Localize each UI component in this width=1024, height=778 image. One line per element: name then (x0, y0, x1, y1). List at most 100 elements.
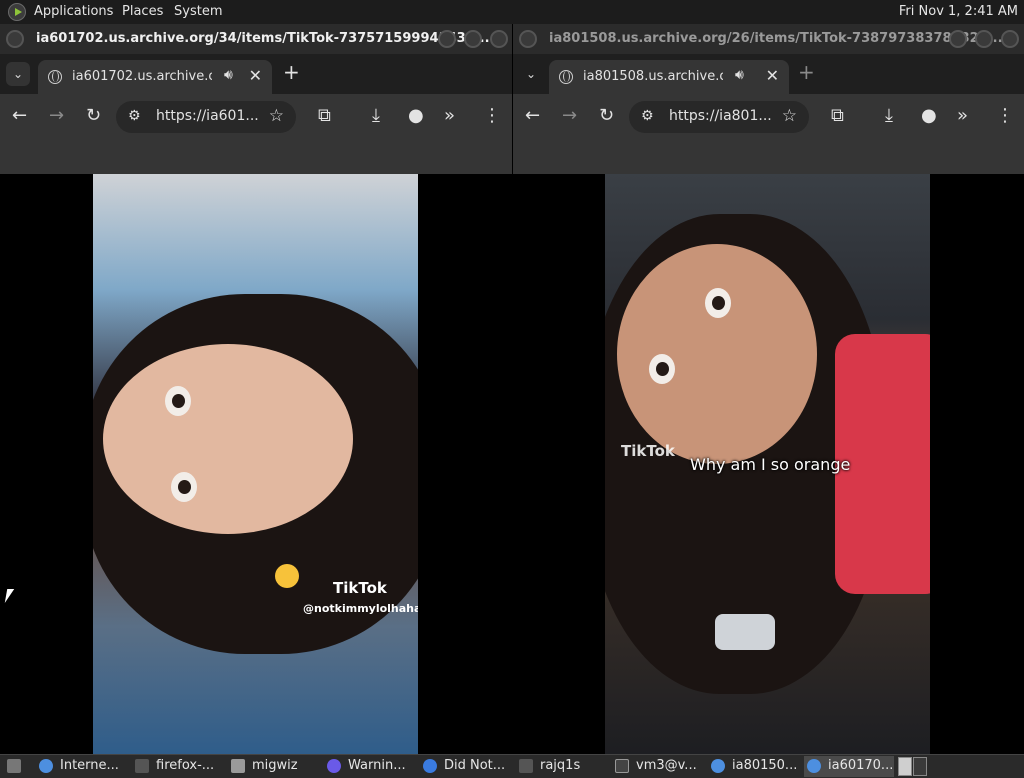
taskbar-item[interactable]: firefox-... (132, 756, 222, 777)
taskbar-item-label: ia80150... (732, 758, 798, 773)
address-bar[interactable]: ⚙ https://ia601... ☆ (116, 101, 296, 133)
forward-arrow-icon[interactable]: → (562, 105, 577, 127)
video-player[interactable]: TikTok Why am I so orange (605, 174, 930, 754)
globe-icon (48, 70, 62, 84)
video-frame-wrist-wrap (715, 614, 775, 650)
folder-icon (231, 759, 245, 773)
taskbar-item-label: Did Not... (444, 758, 506, 773)
tab-close-icon[interactable]: ✕ (766, 66, 779, 85)
speaker-icon[interactable]: 🔊︎ (735, 67, 744, 83)
maximize-button[interactable] (975, 30, 993, 48)
url-text[interactable]: https://ia601... (156, 108, 259, 124)
taskbar-item-label: Warnin... (348, 758, 406, 773)
extensions-puzzle-icon[interactable]: ⧉ (831, 105, 844, 127)
taskbar-item-label: vm3@v... (636, 758, 697, 773)
taskbar-item[interactable]: Warnin... (324, 756, 414, 777)
video-caption: Why am I so orange (690, 455, 851, 474)
forward-arrow-icon[interactable]: → (49, 105, 64, 127)
tab-label: ia601702.us.archive.org/3 (72, 69, 212, 84)
taskbar: Interne... firefox-... migwiz Warnin... … (0, 754, 1024, 778)
bookmarks-bar (513, 140, 1024, 174)
bookmark-star-icon[interactable]: ☆ (269, 106, 284, 126)
video-player[interactable]: TikTok @notkimmylolhaha (93, 174, 418, 754)
browser-window-right: ia801508.us.archive.org/26/items/TikTok-… (513, 24, 1024, 754)
chrome-icon (711, 759, 725, 773)
video-frame-eye (171, 472, 197, 502)
taskbar-item-label: ia60170... (828, 758, 894, 773)
menu-system[interactable]: System (174, 4, 222, 19)
page-content: TikTok @notkimmylolhaha (0, 174, 512, 754)
taskbar-item[interactable]: vm3@v... (612, 756, 702, 777)
download-icon[interactable]: ⤓ (885, 105, 893, 127)
back-arrow-icon[interactable]: ← (12, 105, 27, 127)
site-info-icon[interactable]: ⚙ (641, 108, 654, 124)
taskbar-item[interactable]: Interne... (36, 756, 126, 777)
kebab-menu-icon[interactable]: ⋮ (483, 105, 501, 127)
url-text[interactable]: https://ia801... (669, 108, 772, 124)
bookmark-star-icon[interactable]: ☆ (782, 106, 797, 126)
taskbar-item[interactable]: Did Not... (420, 756, 510, 777)
taskbar-item[interactable]: rajq1s (516, 756, 606, 777)
tab-active[interactable]: ia601702.us.archive.org/3 🔊︎ ✕ (38, 60, 272, 94)
close-window-button[interactable] (490, 30, 508, 48)
firefox-icon (327, 759, 341, 773)
window-titlebar[interactable]: ia801508.us.archive.org/26/items/TikTok-… (513, 24, 1024, 54)
firefox-icon (423, 759, 437, 773)
extensions-puzzle-icon[interactable]: ⧉ (318, 105, 331, 127)
download-icon[interactable]: ⤓ (372, 105, 380, 127)
video-frame-face (103, 344, 353, 534)
reload-icon[interactable]: ↻ (599, 105, 614, 127)
browser-window-left: ia601702.us.archive.org/34/items/TikTok-… (0, 24, 512, 754)
workspace-2[interactable] (913, 757, 927, 776)
workspace-1[interactable] (898, 757, 912, 776)
maximize-button[interactable] (464, 30, 482, 48)
speaker-icon[interactable]: 🔊︎ (224, 67, 233, 83)
tab-close-icon[interactable]: ✕ (249, 66, 262, 85)
desktop-icon (7, 759, 21, 773)
page-content: TikTok Why am I so orange (513, 174, 1024, 754)
taskbar-item[interactable]: migwiz (228, 756, 318, 777)
site-info-icon[interactable]: ⚙ (128, 108, 141, 124)
close-window-button[interactable] (1001, 30, 1019, 48)
menu-places[interactable]: Places (122, 4, 163, 19)
minimize-button[interactable] (438, 30, 456, 48)
new-tab-button[interactable]: + (283, 60, 300, 84)
nav-toolbar: ← → ↻ ⚙ https://ia601... ☆ ⧉ ⤓ ● » ⋮ (0, 94, 512, 140)
window-titlebar[interactable]: ia601702.us.archive.org/34/items/TikTok-… (0, 24, 512, 54)
profile-icon[interactable]: ● (921, 105, 937, 127)
reload-icon[interactable]: ↻ (86, 105, 101, 127)
chrome-icon (807, 759, 821, 773)
video-frame-eye (649, 354, 675, 384)
tab-search-chevron-icon[interactable]: ⌄ (6, 62, 30, 86)
menu-applications[interactable]: Applications (34, 4, 113, 19)
taskbar-item-label: firefox-... (156, 758, 215, 773)
video-frame-face (617, 244, 817, 464)
taskbar-item-label: rajq1s (540, 758, 581, 773)
tab-strip: ⌄ ia601702.us.archive.org/3 🔊︎ ✕ + (0, 54, 512, 94)
show-desktop-button[interactable] (2, 756, 28, 777)
window-menu-icon[interactable] (6, 30, 24, 48)
clock[interactable]: Fri Nov 1, 2:41 AM (899, 4, 1018, 19)
kebab-menu-icon[interactable]: ⋮ (996, 105, 1014, 127)
tab-search-chevron-icon[interactable]: ⌄ (519, 62, 543, 86)
tab-active[interactable]: ia801508.us.archive.org/ 🔊︎ ✕ (549, 60, 789, 94)
new-tab-button[interactable]: + (798, 60, 815, 84)
window-menu-icon[interactable] (519, 30, 537, 48)
minimize-button[interactable] (949, 30, 967, 48)
taskbar-item-active[interactable]: ia60170... (804, 756, 894, 777)
tiktok-watermark: TikTok (333, 579, 387, 597)
address-bar[interactable]: ⚙ https://ia801... ☆ (629, 101, 809, 133)
tab-label: ia801508.us.archive.org/ (583, 69, 723, 84)
overflow-chevron-icon[interactable]: » (957, 105, 968, 127)
video-frame-eye (165, 386, 191, 416)
bookmarks-bar (0, 140, 512, 174)
overflow-chevron-icon[interactable]: » (444, 105, 455, 127)
profile-icon[interactable]: ● (408, 105, 424, 127)
back-arrow-icon[interactable]: ← (525, 105, 540, 127)
terminal-icon (135, 759, 149, 773)
nav-toolbar: ← → ↻ ⚙ https://ia801... ☆ ⧉ ⤓ ● » ⋮ (513, 94, 1024, 140)
taskbar-item[interactable]: ia80150... (708, 756, 798, 777)
terminal-icon (519, 759, 533, 773)
chrome-icon (39, 759, 53, 773)
distro-logo-icon[interactable] (8, 3, 26, 21)
